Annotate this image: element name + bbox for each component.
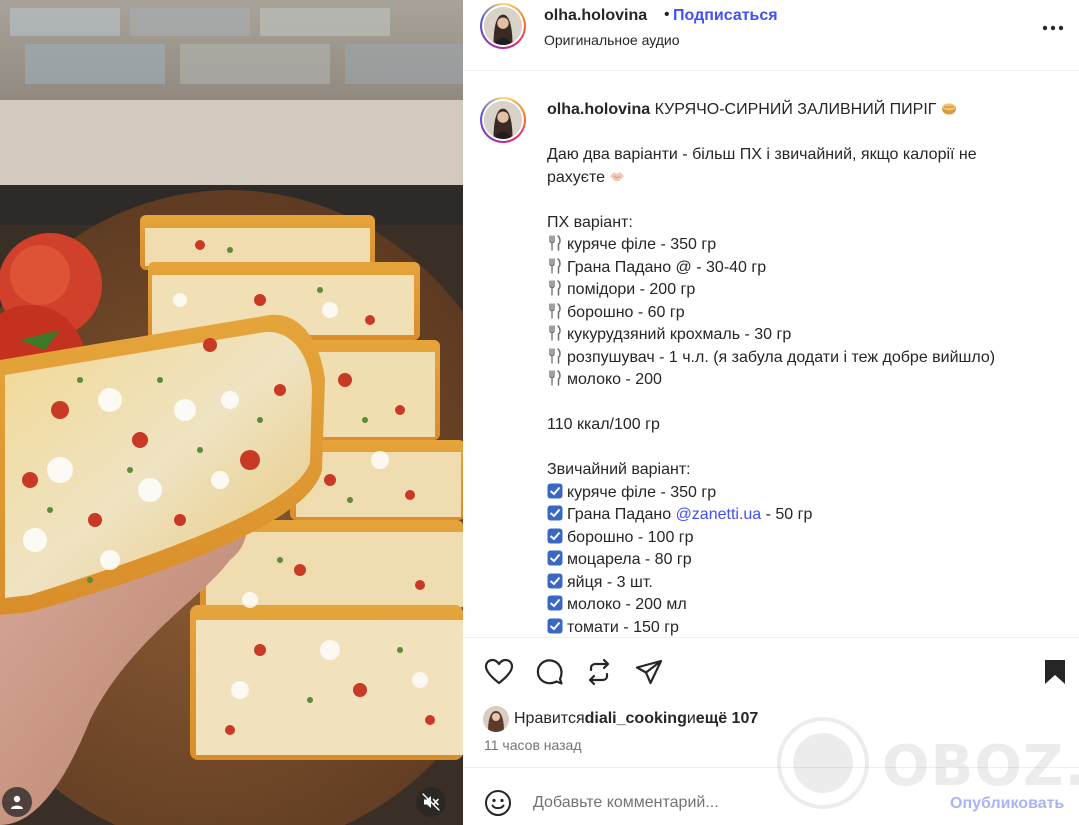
- regular-ingredient: томати - 150 гр: [547, 617, 1067, 638]
- regular-ingredient: молоко - 200 мл: [547, 594, 1067, 617]
- bookmark-icon: [1045, 660, 1065, 684]
- comment-button[interactable]: [533, 656, 565, 688]
- check-mark-icon: [547, 550, 563, 566]
- check-mark-icon: [547, 505, 563, 521]
- avatar-image: [484, 101, 522, 139]
- likes-count-link[interactable]: ещё 107: [696, 710, 758, 728]
- comment-input[interactable]: [533, 794, 933, 812]
- post-media[interactable]: [0, 0, 463, 825]
- more-options-button[interactable]: [1039, 14, 1067, 42]
- regular-ingredient: борошно - 100 гр: [547, 527, 1067, 550]
- pp-ingredient: Грана Падано @ - 30-40 гр: [547, 257, 1067, 280]
- send-icon: [635, 659, 663, 685]
- follow-button[interactable]: Подписаться: [673, 7, 778, 25]
- liker-username[interactable]: diali_cooking: [585, 710, 687, 728]
- pp-ingredient: розпушувач - 1 ч.л. (я забула додати і т…: [547, 347, 1067, 370]
- fork-knife-icon: [549, 370, 561, 386]
- caption-avatar[interactable]: [480, 97, 526, 143]
- handshake-emoji-icon: [610, 171, 625, 181]
- fork-knife-icon: [549, 325, 561, 341]
- save-button[interactable]: [1039, 656, 1071, 688]
- action-bar: Нравится diali_cooking и ещё 107 11 часо…: [463, 637, 1079, 767]
- caption-text: olha.holovina КУРЯЧО-СИРНИЙ ЗАЛИВНИЙ ПИР…: [547, 99, 1067, 637]
- likes-middle: и: [686, 710, 696, 727]
- regular-ingredient: яйця - 3 шт.: [547, 572, 1067, 595]
- user-tag-button[interactable]: [2, 787, 32, 817]
- regular-heading: Звичайний варіант:: [547, 461, 691, 478]
- caption-username[interactable]: olha.holovina: [547, 101, 650, 118]
- check-mark-icon: [547, 528, 563, 543]
- like-button[interactable]: [483, 656, 515, 688]
- likes-summary: Нравится diali_cooking и ещё 107: [483, 706, 758, 732]
- mention-link[interactable]: @zanetti.ua: [676, 506, 762, 523]
- repost-button[interactable]: [583, 656, 615, 688]
- liker-avatar[interactable]: [483, 706, 509, 732]
- header-username[interactable]: olha.holovina: [544, 7, 647, 25]
- publish-button[interactable]: Опубликовать: [950, 795, 1064, 813]
- header-separator: •: [664, 6, 670, 23]
- speaker-muted-icon: [422, 793, 440, 811]
- more-horizontal-icon: [1042, 25, 1064, 31]
- pp-heading: ПХ варіант:: [547, 213, 633, 231]
- pp-ingredient: куряче філе - 350 гр: [547, 234, 1067, 257]
- pie-emoji-icon: [941, 103, 956, 115]
- emoji-button[interactable]: [483, 788, 513, 818]
- mute-button[interactable]: [416, 787, 446, 817]
- comment-icon: [536, 659, 563, 685]
- caption-section: olha.holovina КУРЯЧО-СИРНИЙ ЗАЛИВНИЙ ПИР…: [463, 71, 1079, 637]
- avatar-image: [484, 7, 522, 45]
- check-mark-icon: [547, 595, 563, 611]
- pp-ingredient: молоко - 200: [547, 369, 1067, 392]
- share-button[interactable]: [633, 656, 665, 688]
- pp-ingredient: кукурудзяний крохмаль - 30 гр: [547, 324, 1067, 347]
- kcal-line: 110 ккал/100 гр: [547, 416, 660, 433]
- caption-title: КУРЯЧО-СИРНИЙ ЗАЛИВНИЙ ПИРІГ: [654, 101, 937, 118]
- fork-knife-icon: [549, 235, 561, 251]
- check-mark-icon: [547, 573, 563, 588]
- fork-knife-icon: [549, 302, 561, 319]
- heart-icon: [484, 658, 514, 685]
- post-header: olha.holovina • Подписаться Оригинальное…: [463, 0, 1079, 71]
- intro-line: рахуєте: [547, 168, 606, 186]
- regular-ingredient: Грана Падано @zanetti.ua - 50 гр: [547, 504, 1067, 527]
- author-avatar[interactable]: [480, 3, 526, 49]
- fork-knife-icon: [549, 280, 561, 296]
- smiley-icon: [485, 790, 511, 816]
- repost-icon: [588, 658, 610, 686]
- user-icon: [11, 795, 23, 809]
- pp-ingredient: борошно - 60 гр: [547, 302, 1067, 325]
- comment-bar: Опубликовать: [463, 767, 1079, 825]
- intro-line: Даю два варіанти - більш ПХ і звичайний,…: [547, 146, 977, 163]
- pp-ingredient: помідори - 200 гр: [547, 279, 1067, 302]
- fork-knife-icon: [549, 257, 561, 274]
- post-panel: olha.holovina • Подписаться Оригинальное…: [463, 0, 1079, 825]
- food-photo: [0, 0, 463, 825]
- regular-ingredient: куряче філе - 350 гр: [547, 482, 1067, 505]
- likes-prefix: Нравится: [514, 710, 585, 727]
- check-mark-icon: [547, 483, 563, 498]
- regular-ingredient: моцарела - 80 гр: [547, 549, 1067, 572]
- regular-ingredient-list: борошно - 100 гр моцарела - 80 гр яйця - 3…: [547, 527, 1067, 638]
- post-timestamp[interactable]: 11 часов назад: [484, 737, 582, 753]
- fork-knife-icon: [549, 347, 561, 364]
- pp-ingredient-list: куряче філе - 350 гр Грана Падано @ - 30-…: [547, 234, 1067, 392]
- check-mark-icon: [547, 618, 563, 633]
- audio-link[interactable]: Оригинальное аудио: [544, 32, 680, 48]
